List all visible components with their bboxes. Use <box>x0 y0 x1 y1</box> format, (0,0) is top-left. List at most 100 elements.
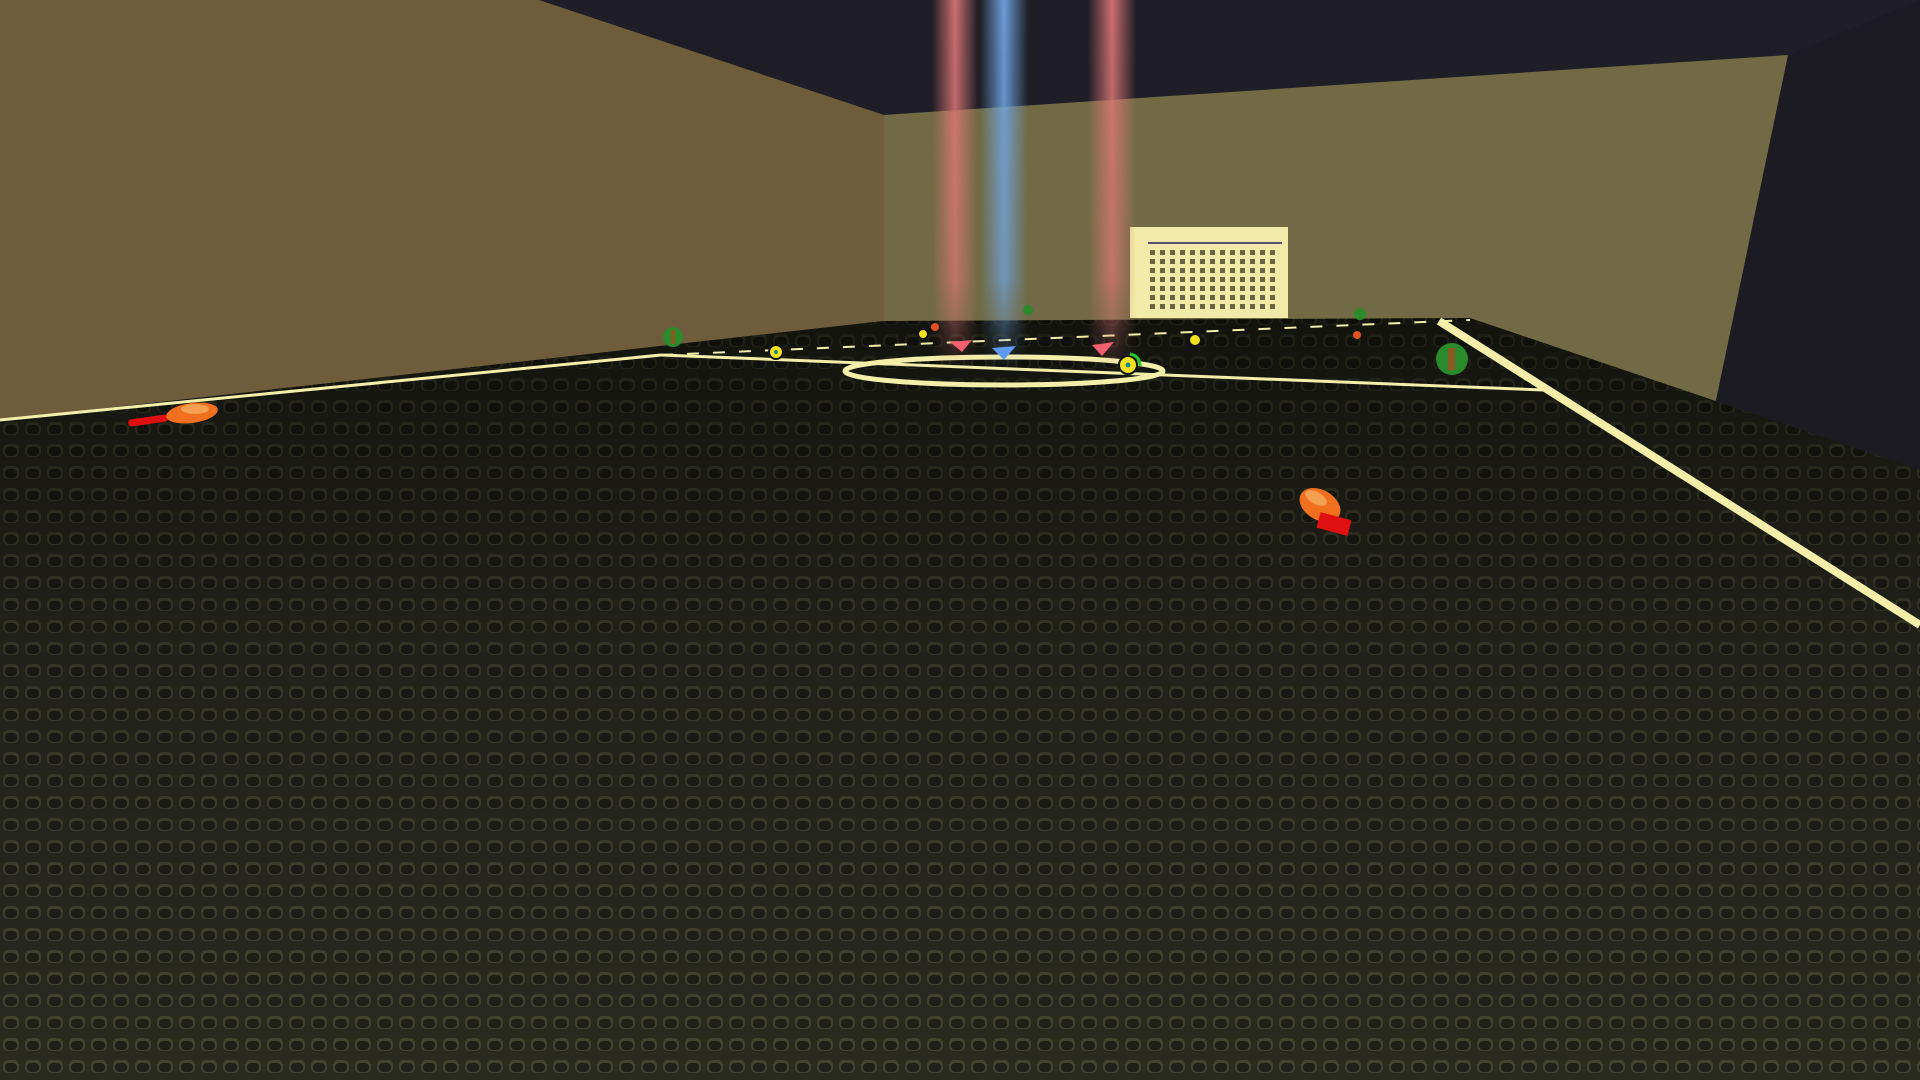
goal-net-hole <box>1190 259 1195 264</box>
goal-net-hole <box>1190 277 1195 282</box>
goal-net-hole <box>1160 277 1165 282</box>
goal-net-hole <box>1180 259 1185 264</box>
red-ball <box>1353 331 1361 339</box>
goal-net-hole <box>1260 286 1265 291</box>
yellow-creature <box>768 344 784 360</box>
goal-net-hole <box>1180 250 1185 255</box>
goal-net-hole <box>1220 277 1225 282</box>
goal-net-hole <box>1270 295 1275 300</box>
goal-net-hole <box>1210 277 1215 282</box>
goal-net-hole <box>1260 295 1265 300</box>
goal-net-hole <box>1230 286 1235 291</box>
goal-net-hole <box>1230 250 1235 255</box>
goal-net-hole <box>1230 295 1235 300</box>
goal-net-hole <box>1230 304 1235 309</box>
goal-net-hole <box>1240 250 1245 255</box>
goal-net-hole <box>1230 259 1235 264</box>
goal-net-hole <box>1160 259 1165 264</box>
goal-net-hole <box>1270 304 1275 309</box>
goal-net-hole <box>1250 295 1255 300</box>
goal-net-hole <box>1160 304 1165 309</box>
goal-net-hole <box>1200 286 1205 291</box>
green-orb <box>1436 343 1468 375</box>
goal-net-hole <box>1240 277 1245 282</box>
goal-net-hole <box>1250 259 1255 264</box>
goal-net-hole <box>1190 286 1195 291</box>
goal-net-hole <box>1200 268 1205 273</box>
goal-net-hole <box>1220 268 1225 273</box>
goal-net-hole <box>1250 277 1255 282</box>
green-orb <box>663 327 683 347</box>
goal-net-hole <box>1250 286 1255 291</box>
goal-net-hole <box>1160 268 1165 273</box>
goal-net-hole <box>1260 250 1265 255</box>
goal-net-hole <box>1180 277 1185 282</box>
goal-net-hole <box>1250 268 1255 273</box>
goal-net-hole <box>1190 295 1195 300</box>
goal-net-hole <box>1240 286 1245 291</box>
goal-net-hole <box>1170 277 1175 282</box>
goal-net-hole <box>1260 259 1265 264</box>
goal-net-hole <box>1170 295 1175 300</box>
goal-net-hole <box>1200 295 1205 300</box>
goal-net-hole <box>1220 286 1225 291</box>
red-beam <box>932 0 978 370</box>
red-ball <box>931 323 939 331</box>
goal-net-hole <box>1180 295 1185 300</box>
goal-net-hole <box>1230 277 1235 282</box>
goal-net-hole <box>1230 268 1235 273</box>
goal-net-hole <box>1210 286 1215 291</box>
goal-net-hole <box>1200 277 1205 282</box>
goal-net-hole <box>1270 268 1275 273</box>
goal-net-hole <box>1150 304 1155 309</box>
goal-net-hole <box>1210 304 1215 309</box>
goal-net-hole <box>1180 304 1185 309</box>
goal-net-hole <box>1200 259 1205 264</box>
goal-net-hole <box>1160 250 1165 255</box>
goal-net-hole <box>1170 250 1175 255</box>
goal-net-hole <box>1190 250 1195 255</box>
goal-net-hole <box>1250 304 1255 309</box>
goal-net-hole <box>1150 286 1155 291</box>
goal-net-hole <box>1200 250 1205 255</box>
floor-shading <box>0 318 1920 1080</box>
goal-net-hole <box>1150 259 1155 264</box>
blue-beam <box>980 0 1028 370</box>
goal-net-hole <box>1150 250 1155 255</box>
goal-net-hole <box>1210 259 1215 264</box>
goal-net-hole <box>1220 250 1225 255</box>
goal-net-hole <box>1240 304 1245 309</box>
goal-net-hole <box>1220 295 1225 300</box>
goal-net-hole <box>1170 304 1175 309</box>
goal-net-hole <box>1270 277 1275 282</box>
goal-net-hole <box>1250 250 1255 255</box>
yellow-creature <box>1188 333 1202 347</box>
goal-net-hole <box>1160 295 1165 300</box>
green-orb <box>1023 305 1033 315</box>
goal-net-hole <box>1270 250 1275 255</box>
red-beam <box>1088 0 1136 370</box>
goal-net-hole <box>1160 286 1165 291</box>
goal-net-hole <box>1200 304 1205 309</box>
green-orb <box>1354 308 1366 320</box>
goal-net-hole <box>1150 268 1155 273</box>
goal-net-hole <box>1150 295 1155 300</box>
game-viewport[interactable] <box>0 0 1920 1080</box>
goal-net-hole <box>1260 268 1265 273</box>
goal-net-hole <box>1170 286 1175 291</box>
goal-net-hole <box>1240 259 1245 264</box>
goal-net-hole <box>1210 268 1215 273</box>
yellow-creature <box>917 328 929 340</box>
goal-net-hole <box>1190 268 1195 273</box>
goal-net-hole <box>1180 268 1185 273</box>
goal-net-hole <box>1220 304 1225 309</box>
goal-net-hole <box>1180 286 1185 291</box>
goal-net-hole <box>1220 259 1225 264</box>
goal-net-hole <box>1260 304 1265 309</box>
goal-net-hole <box>1240 268 1245 273</box>
goal-net-hole <box>1270 259 1275 264</box>
goal-net-hole <box>1170 259 1175 264</box>
goal-net-hole <box>1190 304 1195 309</box>
goal-net-hole <box>1270 286 1275 291</box>
goal <box>1130 227 1288 318</box>
